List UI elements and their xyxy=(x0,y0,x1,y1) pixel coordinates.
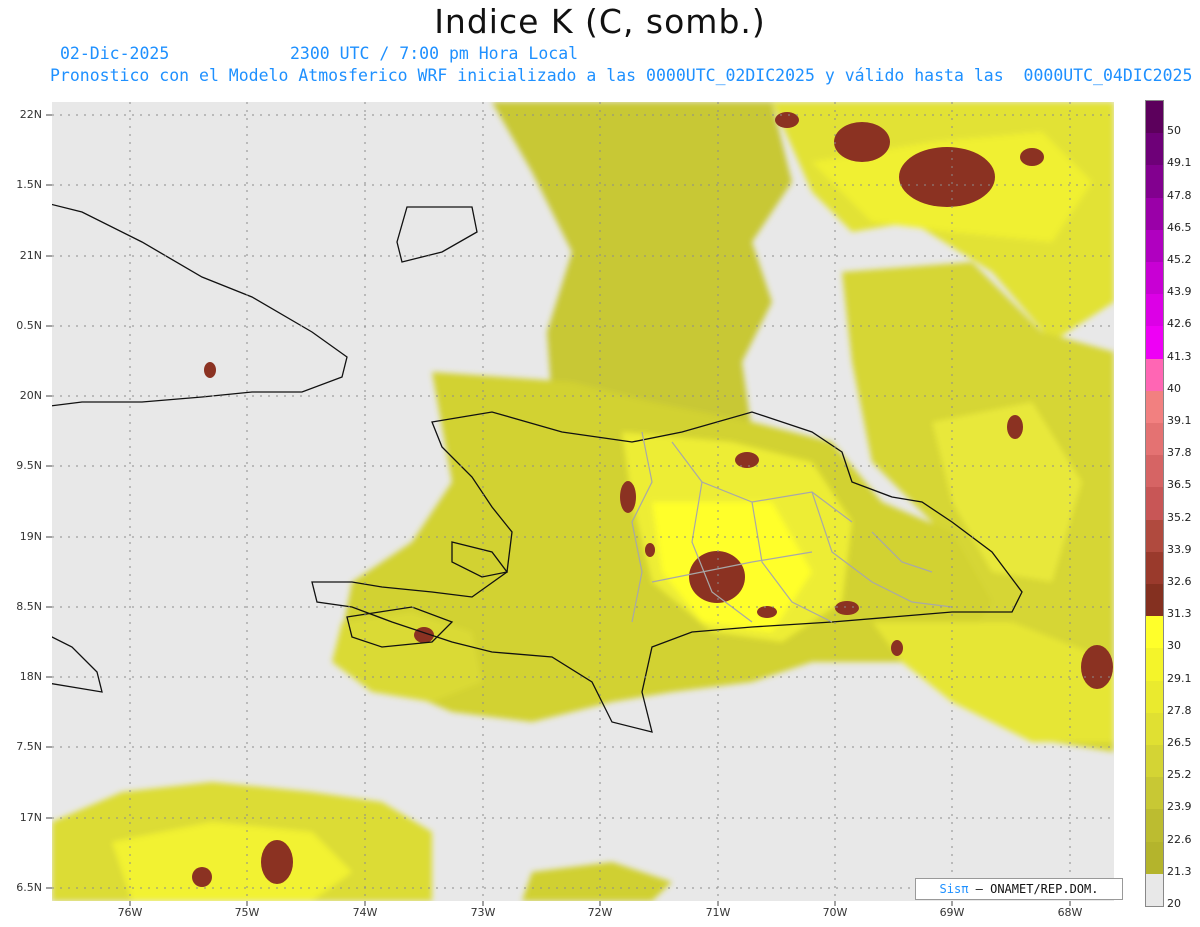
colorbar-segment xyxy=(1146,423,1163,456)
colorbar-segment xyxy=(1146,294,1163,327)
colorbar-label: 37.8 xyxy=(1167,446,1192,460)
lat-label: 0.5N xyxy=(16,319,42,332)
lon-label: 72W xyxy=(587,906,613,919)
colorbar-segment xyxy=(1146,680,1163,714)
lat-label: 18N xyxy=(19,670,42,683)
lat-label: 17N xyxy=(19,811,42,824)
lat-label: 9.5N xyxy=(16,459,42,472)
model-init-info: Pronostico con el Modelo Atmosferico WRF… xyxy=(50,66,1193,85)
colorbar-label: 45.2 xyxy=(1167,253,1192,266)
colorbar-label: 27.8 xyxy=(1167,703,1192,717)
colorbar-segment xyxy=(1146,101,1163,134)
colorbar-label: 39.1 xyxy=(1167,414,1192,427)
map-title: Indice K (C, somb.) xyxy=(434,2,766,41)
colorbar-segment xyxy=(1146,841,1163,875)
colorbar-label: 42.6 xyxy=(1167,317,1192,331)
lat-label: 8.5N xyxy=(16,600,42,613)
colorbar-label: 43.9 xyxy=(1167,285,1192,299)
lon-label: 75W xyxy=(234,906,260,919)
k-index-map xyxy=(52,102,1114,901)
colorbar-segment xyxy=(1146,519,1163,553)
colorbar-segment xyxy=(1146,648,1163,682)
colorbar-label: 20 xyxy=(1167,897,1181,910)
colorbar-label: 29.1 xyxy=(1167,671,1192,685)
colorbar xyxy=(1145,100,1164,907)
colorbar-segment xyxy=(1146,809,1163,843)
lon-label: 73W xyxy=(470,906,496,919)
colorbar-segment xyxy=(1146,551,1163,585)
colorbar-label: 30 xyxy=(1167,639,1181,653)
lat-label: 21N xyxy=(19,249,42,262)
colorbar-label: 26.5 xyxy=(1167,736,1192,749)
colorbar-segment xyxy=(1146,358,1163,392)
colorbar-label: 35.2 xyxy=(1167,510,1192,524)
colorbar-segment xyxy=(1146,133,1163,166)
colorbar-label: 33.9 xyxy=(1167,542,1192,556)
lat-label: 6.5N xyxy=(16,881,42,894)
colorbar-segment xyxy=(1146,584,1163,617)
colorbar-label: 49.1 xyxy=(1167,156,1192,170)
lat-label: 22N xyxy=(19,108,42,121)
colorbar-label: 31.3 xyxy=(1167,607,1192,621)
colorbar-segment xyxy=(1146,390,1163,424)
colorbar-segment xyxy=(1146,487,1163,521)
map-canvas xyxy=(52,102,1114,901)
colorbar-label: 46.5 xyxy=(1167,220,1192,234)
colorbar-label: 23.9 xyxy=(1167,800,1192,814)
credit-text: – ONAMET/REP.DOM. xyxy=(968,882,1099,896)
colorbar-segment xyxy=(1146,165,1163,199)
colorbar-segment xyxy=(1146,777,1163,810)
colorbar-label: 41.3 xyxy=(1167,349,1192,363)
lat-label: 20N xyxy=(19,389,42,402)
lon-label: 71W xyxy=(705,906,731,919)
lon-label: 76W xyxy=(117,906,143,919)
colorbar-label: 40 xyxy=(1167,381,1181,395)
forecast-time: 2300 UTC / 7:00 pm Hora Local xyxy=(290,44,579,63)
credit-box: Sisπ – ONAMET/REP.DOM. xyxy=(915,878,1123,900)
colorbar-label: 22.6 xyxy=(1167,832,1192,846)
lat-label: 1.5N xyxy=(16,178,42,191)
colorbar-segment xyxy=(1146,229,1163,263)
sispi-logo: Sisπ xyxy=(939,882,969,896)
colorbar-segment xyxy=(1146,712,1163,746)
colorbar-label: 47.8 xyxy=(1167,188,1192,202)
colorbar-segment xyxy=(1146,616,1163,649)
colorbar-label: 32.6 xyxy=(1167,575,1192,588)
lon-label: 69W xyxy=(939,906,965,919)
colorbar-label: 25.2 xyxy=(1167,768,1192,782)
lon-label: 70W xyxy=(822,906,848,919)
lat-label: 7.5N xyxy=(16,740,42,753)
lon-label: 74W xyxy=(352,906,378,919)
colorbar-label: 36.5 xyxy=(1167,478,1192,492)
colorbar-label: 21.3 xyxy=(1167,864,1192,878)
forecast-date: 02-Dic-2025 xyxy=(60,44,170,63)
colorbar-segment xyxy=(1146,745,1163,778)
colorbar-label: 50 xyxy=(1167,124,1181,138)
lon-label: 68W xyxy=(1057,906,1083,919)
colorbar-segment xyxy=(1146,873,1163,907)
colorbar-segment xyxy=(1146,197,1163,231)
lat-label: 19N xyxy=(19,530,42,543)
colorbar-segment xyxy=(1146,262,1163,295)
colorbar-segment xyxy=(1146,455,1163,488)
colorbar-segment xyxy=(1146,326,1163,360)
